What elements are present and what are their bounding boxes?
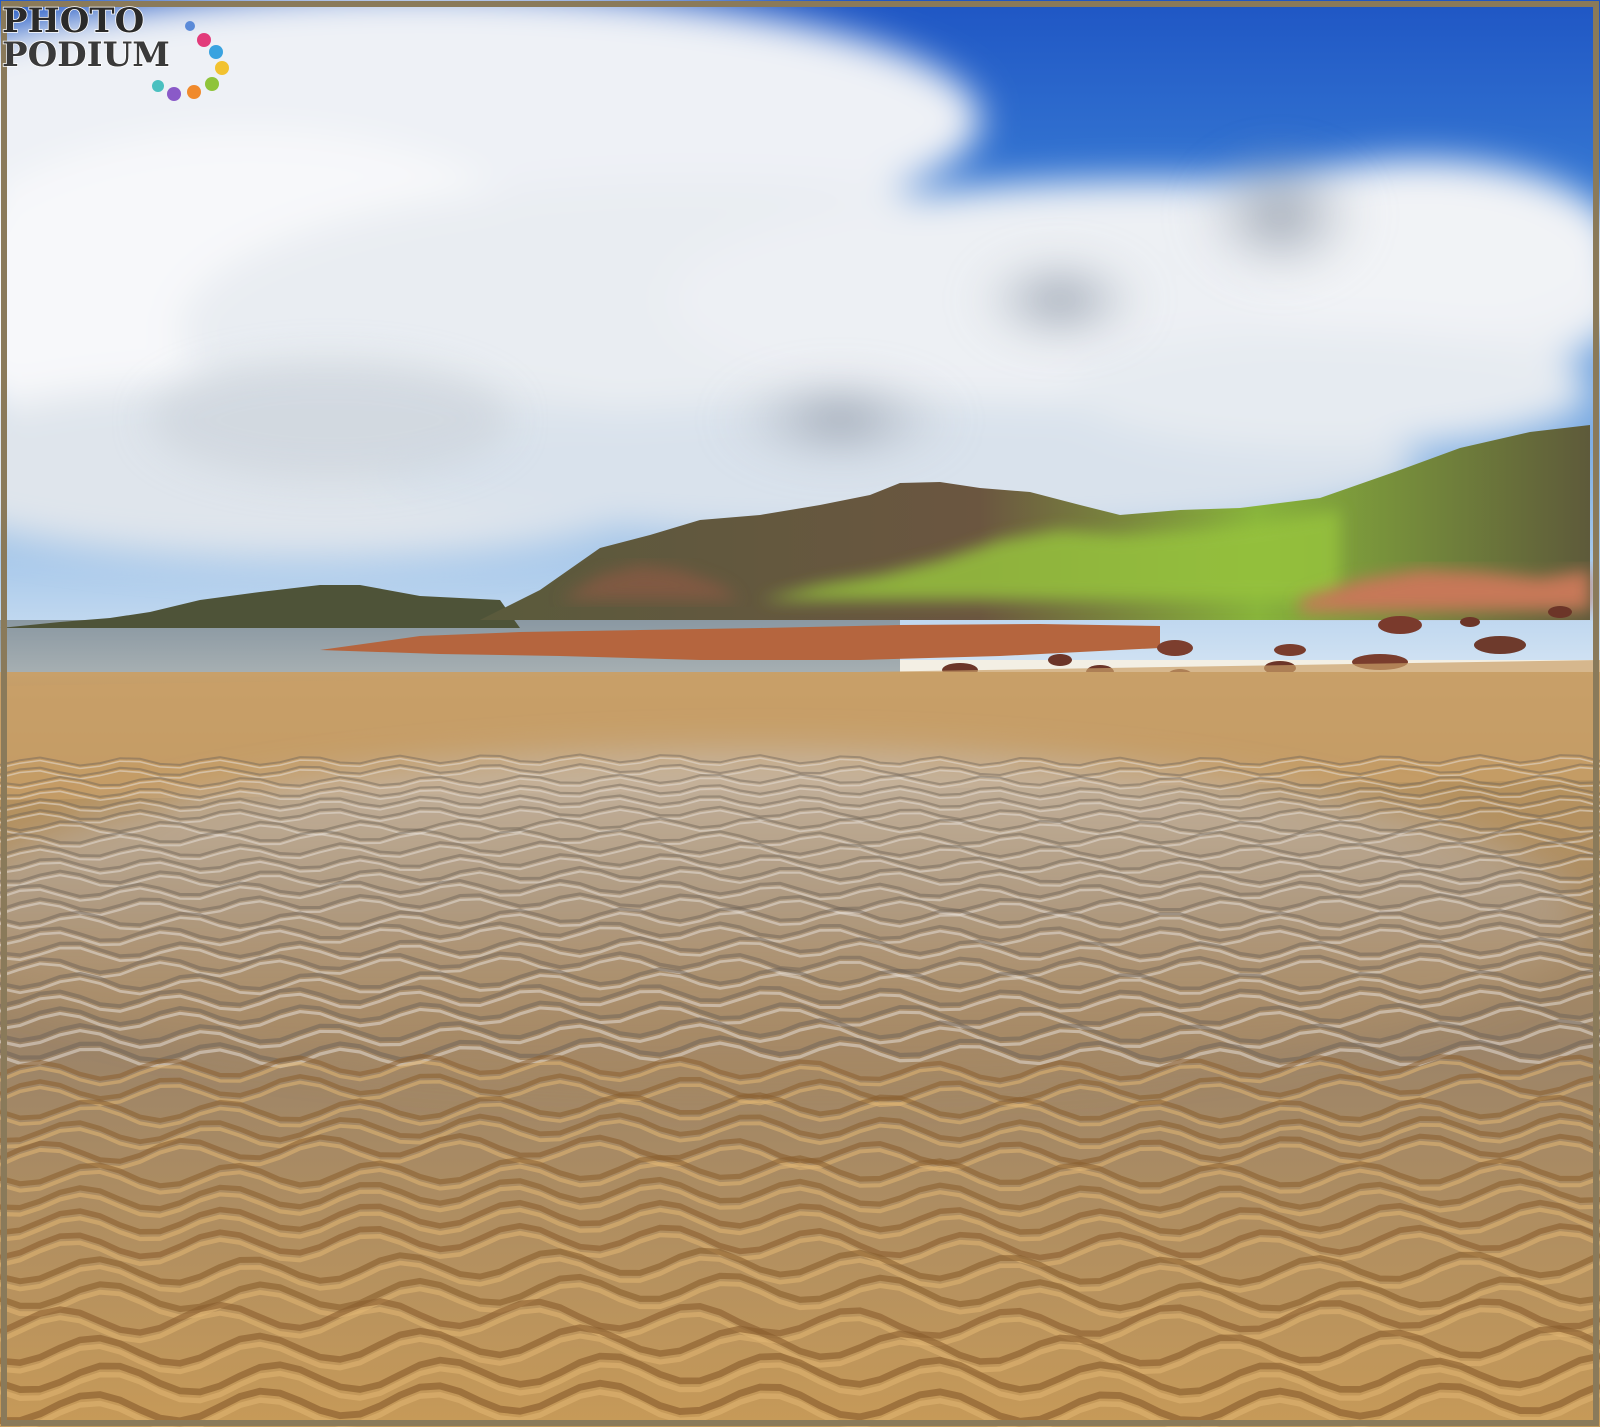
landscape-photo — [0, 0, 1600, 1427]
photo-frame: PHOTO PODIUM — [0, 0, 1600, 1427]
watermark-logo: PHOTO PODIUM — [0, 2, 240, 102]
watermark-line2: PODIUM — [2, 35, 170, 75]
